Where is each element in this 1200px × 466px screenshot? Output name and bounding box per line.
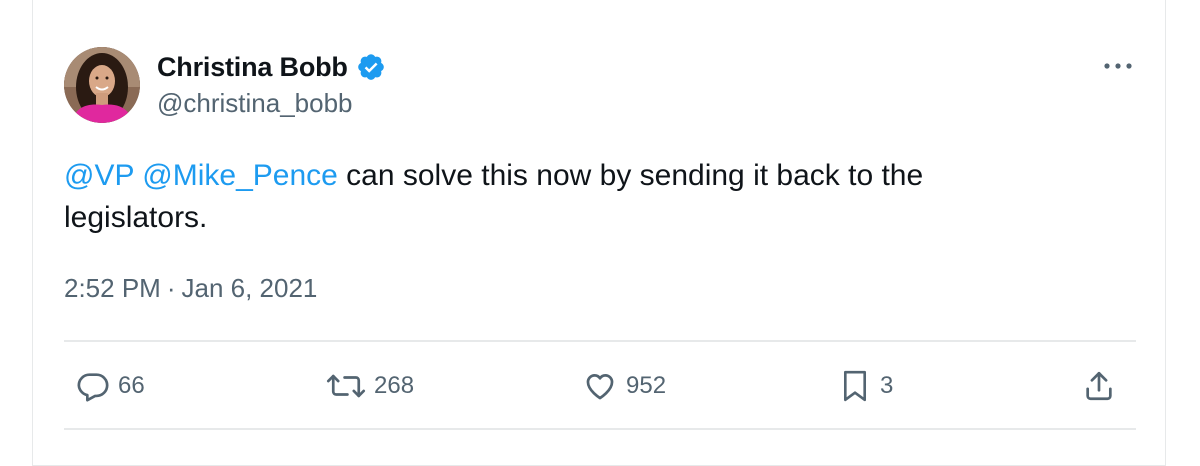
tweet-text: @VP @Mike_Pence can solve this now by se…: [64, 155, 1064, 239]
bookmark-icon: [843, 370, 867, 402]
author-name-row[interactable]: Christina Bobb: [157, 52, 386, 82]
retweet-count: 268: [374, 372, 415, 399]
more-horizontal-icon: [1104, 63, 1132, 69]
heart-icon: [586, 374, 614, 400]
timestamp-separator: ·: [166, 273, 176, 303]
divider-bottom: [64, 428, 1136, 430]
share-icon: [1086, 371, 1112, 401]
author-display-name[interactable]: Christina Bobb: [157, 52, 348, 83]
mention-link-mike-pence[interactable]: @Mike_Pence: [142, 159, 338, 192]
action-bar: 66 268 952 3: [64, 362, 1136, 410]
bookmark-button[interactable]: 3: [838, 362, 893, 410]
tweet-time[interactable]: 2:52 PM: [64, 273, 161, 304]
bookmark-count: 3: [880, 372, 894, 399]
reply-count: 66: [118, 372, 145, 399]
like-button[interactable]: 952: [582, 362, 666, 410]
tweet-date[interactable]: Jan 6, 2021: [182, 273, 318, 304]
share-button[interactable]: [1082, 362, 1116, 410]
divider: [64, 340, 1136, 342]
retweet-button[interactable]: 268: [326, 362, 414, 410]
reply-icon: [77, 373, 109, 402]
more-options-button[interactable]: [1100, 54, 1136, 78]
avatar[interactable]: [64, 47, 140, 123]
verified-badge-icon: [356, 52, 386, 82]
retweet-icon: [326, 374, 366, 398]
author-handle[interactable]: @christina_bobb: [157, 88, 353, 119]
reply-button[interactable]: 66: [76, 362, 145, 410]
mention-link-vp[interactable]: @VP: [64, 159, 134, 192]
like-count: 952: [626, 372, 667, 399]
tweet-timestamp[interactable]: 2:52 PM · Jan 6, 2021: [64, 273, 317, 304]
